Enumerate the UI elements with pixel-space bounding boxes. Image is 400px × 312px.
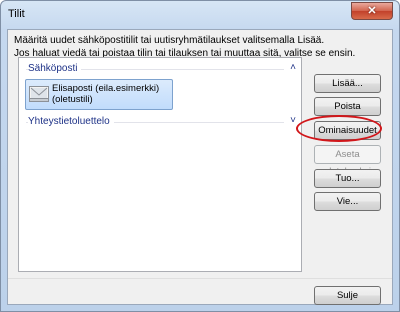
window-title: Tilit: [8, 8, 25, 20]
footer-separator: [8, 278, 392, 279]
export-button[interactable]: Vie...: [314, 192, 381, 211]
group-label-contacts: Yhteystietoluettelo: [28, 115, 114, 128]
import-button[interactable]: Tuo...: [314, 169, 381, 188]
account-label: Elisaposti (eila.esimerkki) (oletustili): [52, 83, 159, 105]
mail-account-icon: [29, 86, 49, 102]
group-label-email: Sähköposti: [28, 62, 82, 75]
instructions-line-1: Määritä uudet sähköpostitilit tai uutisr…: [14, 35, 325, 46]
accounts-list[interactable]: Sähköposti ˄ Elisaposti (eila.esimerkki)…: [18, 57, 302, 272]
dialog-body: Määritä uudet sähköpostitilit tai uutisr…: [7, 29, 393, 305]
account-name: Elisaposti (eila.esimerkki): [52, 83, 160, 94]
chevron-down-icon[interactable]: ˅: [290, 115, 296, 127]
highlight-ellipse: [296, 115, 382, 142]
chevron-up-icon[interactable]: ˄: [290, 62, 296, 74]
accounts-dialog: Tilit ✕ Määritä uudet sähköpostitilit ta…: [0, 0, 400, 312]
group-header-contacts[interactable]: Yhteystietoluettelo ˅: [26, 115, 296, 129]
close-button[interactable]: Sulje: [314, 286, 381, 305]
group-header-email[interactable]: Sähköposti ˄: [26, 62, 296, 76]
set-default-button[interactable]: Aseta oletukseksi: [314, 145, 381, 177]
account-default-tag: (oletustili): [52, 94, 93, 105]
window-close-button[interactable]: ✕: [351, 2, 393, 20]
title-bar: Tilit ✕: [1, 1, 399, 29]
add-button[interactable]: Lisää...: [314, 74, 381, 93]
remove-button[interactable]: Poista: [314, 97, 381, 116]
account-item-elisaposti[interactable]: Elisaposti (eila.esimerkki) (oletustili): [25, 79, 173, 110]
close-icon: ✕: [367, 5, 377, 17]
